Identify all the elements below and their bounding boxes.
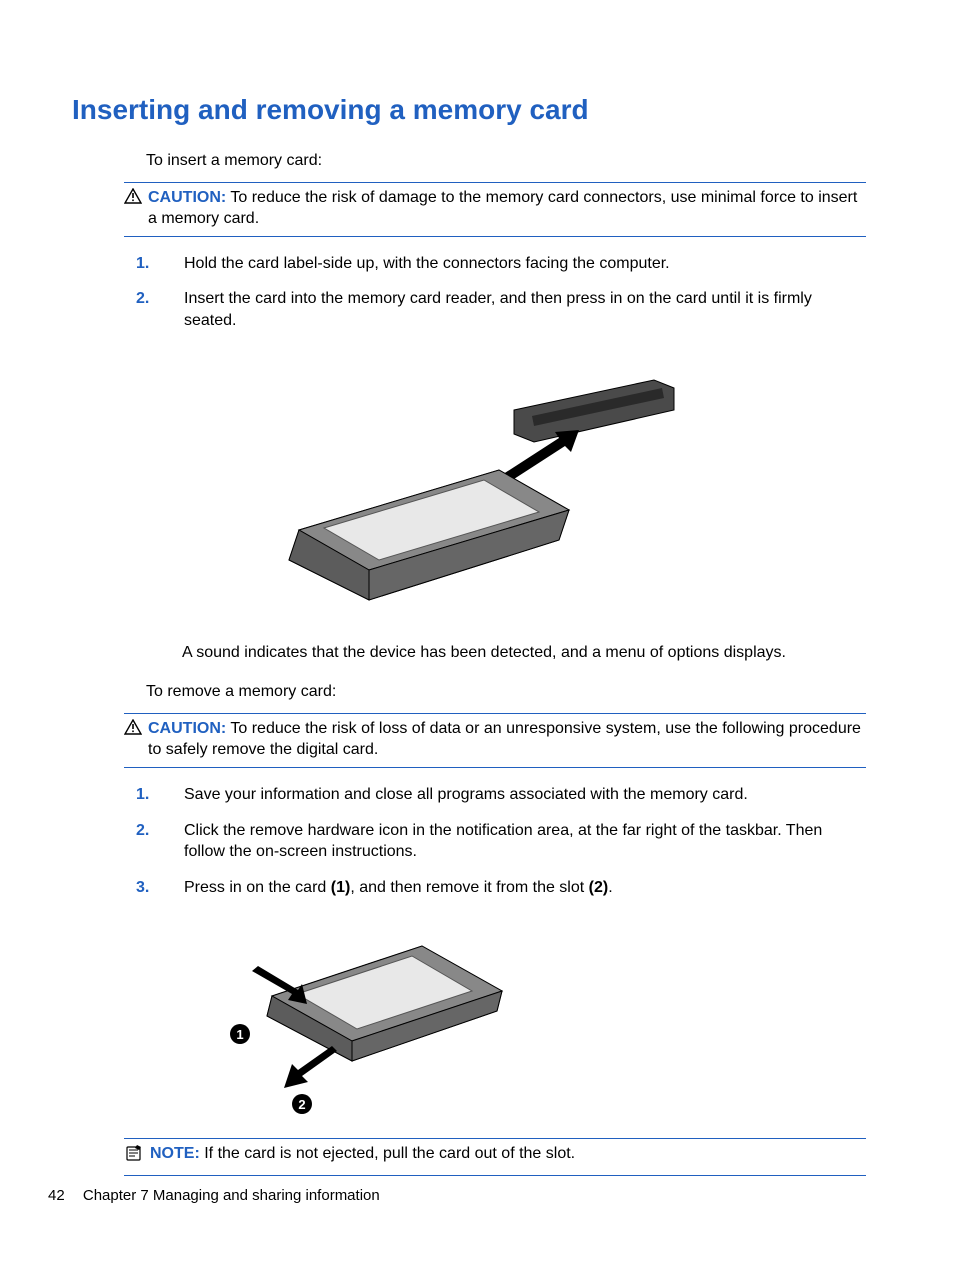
- section-heading: Inserting and removing a memory card: [72, 94, 866, 126]
- intro-remove: To remove a memory card:: [146, 681, 866, 703]
- chapter-title: Chapter 7 Managing and sharing informati…: [83, 1187, 380, 1204]
- step-text: Hold the card label-side up, with the co…: [184, 253, 866, 275]
- caution-label: CAUTION:: [148, 189, 226, 206]
- caution-icon: [124, 719, 142, 742]
- step-item: Hold the card label-side up, with the co…: [136, 253, 866, 275]
- step-item: Press in on the card (1), and then remov…: [136, 877, 866, 899]
- step-item: Click the remove hardware icon in the no…: [136, 820, 866, 863]
- step-item: Save your information and close all prog…: [136, 784, 866, 806]
- caution-icon: [124, 188, 142, 211]
- caution-text: To reduce the risk of damage to the memo…: [148, 189, 857, 228]
- insert-result: A sound indicates that the device has be…: [182, 642, 866, 664]
- step-text: Save your information and close all prog…: [184, 784, 866, 806]
- step-item: Insert the card into the memory card rea…: [136, 288, 866, 331]
- insert-steps: Hold the card label-side up, with the co…: [136, 253, 866, 332]
- figure-remove-card: 1 2: [222, 916, 522, 1116]
- page-number: 42: [48, 1187, 65, 1204]
- note-icon: [124, 1144, 144, 1169]
- step-text: Click the remove hardware icon in the no…: [184, 820, 866, 863]
- step-text: Press in on the card (1), and then remov…: [184, 877, 866, 899]
- svg-text:2: 2: [298, 1097, 305, 1112]
- note-label: NOTE:: [150, 1145, 200, 1162]
- page-footer: 42 Chapter 7 Managing and sharing inform…: [48, 1187, 380, 1204]
- intro-insert: To insert a memory card:: [146, 150, 866, 172]
- figure-insert-card: [259, 350, 679, 620]
- svg-text:1: 1: [236, 1027, 243, 1042]
- note: NOTE: If the card is not ejected, pull t…: [124, 1138, 866, 1176]
- caution-label: CAUTION:: [148, 720, 226, 737]
- caution-remove: CAUTION: To reduce the risk of loss of d…: [124, 713, 866, 768]
- caution-insert: CAUTION: To reduce the risk of damage to…: [124, 182, 866, 237]
- caution-text: To reduce the risk of loss of data or an…: [148, 720, 861, 759]
- step-text: Insert the card into the memory card rea…: [184, 288, 866, 331]
- note-text: If the card is not ejected, pull the car…: [204, 1145, 575, 1162]
- remove-steps: Save your information and close all prog…: [136, 784, 866, 898]
